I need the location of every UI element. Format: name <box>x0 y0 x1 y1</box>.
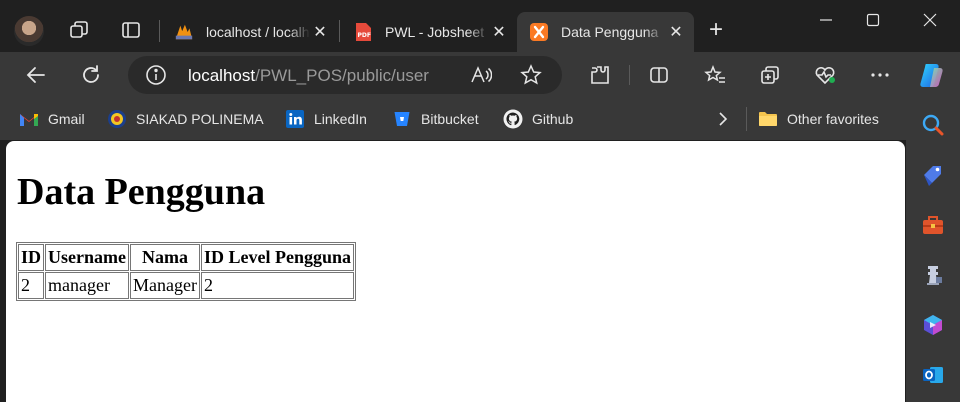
microsoft365-icon[interactable] <box>920 312 946 338</box>
address-bar[interactable]: localhost/PWL_POS/public/user <box>128 56 562 94</box>
search-icon[interactable] <box>920 112 946 138</box>
other-favorites-label: Other favorites <box>787 111 879 127</box>
page-viewport: Data Pengguna ID Username Nama ID Level … <box>6 141 905 402</box>
tab-pwl-jobsheet[interactable]: PDF PWL - Jobsheet ✕ <box>341 12 517 52</box>
url-path: /PWL_POS/public/user <box>255 66 429 85</box>
favorite-label: LinkedIn <box>314 111 367 127</box>
polinema-icon <box>107 109 127 129</box>
toolbar-divider <box>629 65 630 85</box>
more-options-icon[interactable] <box>868 63 892 87</box>
browser-essentials-icon[interactable] <box>813 63 837 87</box>
url-text[interactable]: localhost/PWL_POS/public/user <box>188 66 429 86</box>
column-header-nama: Nama <box>130 244 200 271</box>
cell-level: 2 <box>200 272 354 299</box>
xampp-icon <box>529 22 549 42</box>
github-icon <box>503 109 523 129</box>
gmail-icon <box>19 109 39 129</box>
favorites-list-icon[interactable] <box>703 63 727 87</box>
close-tab-icon[interactable]: ✕ <box>310 22 330 42</box>
folder-icon <box>758 109 778 129</box>
table-row: 2 manager Manager 2 <box>18 272 354 299</box>
favorites-bar: Gmail SIAKAD POLINEMA LinkedIn Bitbucket… <box>0 98 910 140</box>
favorite-star-icon[interactable] <box>520 64 542 91</box>
users-table: ID Username Nama ID Level Pengguna 2 man… <box>16 242 356 301</box>
column-header-level: ID Level Pengguna <box>200 244 354 271</box>
read-aloud-icon[interactable] <box>470 65 493 90</box>
collections-icon[interactable] <box>758 63 782 87</box>
tab-strip: localhost / localhost / pma ✕ PDF PWL - … <box>0 0 960 52</box>
table-header-row: ID Username Nama ID Level Pengguna <box>18 244 354 271</box>
copilot-icon[interactable] <box>917 60 947 90</box>
cell-username: manager <box>45 272 129 299</box>
favorite-label: Bitbucket <box>421 111 479 127</box>
vertical-tabs-icon[interactable] <box>119 18 143 42</box>
pdf-icon: PDF <box>353 22 373 42</box>
favorites-overflow-chevron-icon[interactable] <box>716 108 730 130</box>
refresh-icon[interactable] <box>79 63 103 87</box>
close-tab-icon[interactable]: ✕ <box>666 22 686 42</box>
new-tab-button[interactable]: + <box>704 18 728 43</box>
bitbucket-icon <box>392 109 412 129</box>
split-screen-icon[interactable] <box>647 63 671 87</box>
outlook-icon[interactable] <box>920 362 946 388</box>
favorite-label: Github <box>532 111 574 127</box>
page-heading: Data Pengguna <box>17 171 266 213</box>
close-window-icon[interactable] <box>918 8 942 32</box>
other-favorites[interactable]: Other favorites <box>758 108 879 130</box>
cell-id: 2 <box>18 272 45 299</box>
back-arrow-icon[interactable] <box>24 63 48 87</box>
games-chess-icon[interactable] <box>920 262 946 288</box>
favorite-siakad[interactable]: SIAKAD POLINEMA <box>107 108 264 130</box>
edge-sidebar <box>906 98 960 402</box>
tab-title: PWL - Jobsheet <box>385 24 485 40</box>
svg-text:PDF: PDF <box>358 32 371 39</box>
cell-nama: Manager <box>130 272 200 299</box>
phpmyadmin-icon <box>174 22 194 42</box>
favorite-label: Gmail <box>48 111 85 127</box>
url-host: localhost <box>188 66 256 85</box>
favorite-github[interactable]: Github <box>503 108 573 130</box>
minimize-icon[interactable] <box>814 8 838 32</box>
favorite-gmail[interactable]: Gmail <box>19 108 85 130</box>
tab-data-pengguna[interactable]: Data Pengguna ✕ <box>517 12 694 52</box>
favorites-divider <box>746 107 747 131</box>
tab-divider <box>339 20 340 42</box>
tab-divider <box>159 20 160 42</box>
tools-briefcase-icon[interactable] <box>920 212 946 238</box>
close-tab-icon[interactable]: ✕ <box>489 22 509 42</box>
tab-title: Data Pengguna <box>561 24 659 40</box>
column-header-username: Username <box>45 244 129 271</box>
tab-phpmyadmin[interactable]: localhost / localhost / pma ✕ <box>162 12 338 52</box>
favorite-bitbucket[interactable]: Bitbucket <box>392 108 479 130</box>
favorite-linkedin[interactable]: LinkedIn <box>285 108 367 130</box>
column-header-id: ID <box>18 244 45 271</box>
linkedin-icon <box>285 109 305 129</box>
shopping-tag-icon[interactable] <box>920 162 946 188</box>
favorite-label: SIAKAD POLINEMA <box>136 111 264 127</box>
workspaces-icon[interactable] <box>67 18 91 42</box>
site-info-icon[interactable] <box>145 64 167 91</box>
maximize-icon[interactable] <box>861 8 885 32</box>
profile-avatar[interactable] <box>14 16 44 46</box>
tab-title: localhost / localhost / pma <box>206 24 310 40</box>
address-toolbar: localhost/PWL_POS/public/user <box>0 52 960 98</box>
extensions-icon[interactable] <box>588 63 612 87</box>
